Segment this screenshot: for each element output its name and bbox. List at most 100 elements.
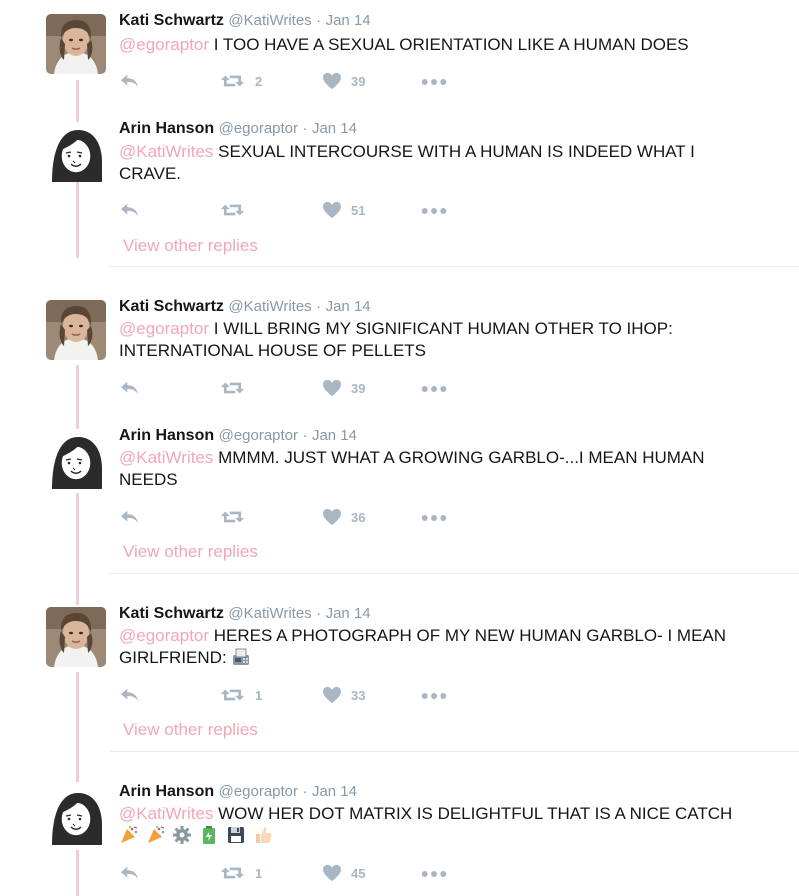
like-button[interactable]: 39 [322, 379, 365, 397]
more-button[interactable] [421, 513, 447, 523]
more-icon [421, 513, 447, 523]
party-popper-emoji [121, 826, 138, 843]
retweet-button[interactable]: 2 [219, 72, 262, 90]
tweet-header: Kati Schwartz @KatiWrites · Jan 14 [119, 605, 371, 623]
reply-button[interactable] [119, 508, 141, 526]
more-icon [421, 206, 447, 216]
tweet-text: @KatiWrites MMMM. JUST WHAT A GROWING GA… [119, 447, 759, 491]
username[interactable]: @egoraptor [219, 427, 298, 444]
reply-button[interactable] [119, 864, 141, 882]
separator: · [302, 120, 308, 137]
floppy-disk-emoji [227, 827, 244, 843]
tweet-date[interactable]: Jan 14 [326, 605, 371, 622]
avatar[interactable] [46, 607, 106, 667]
reply-button[interactable] [119, 201, 141, 219]
tweet-date[interactable]: Jan 14 [312, 120, 357, 137]
more-button[interactable] [421, 691, 447, 701]
like-button[interactable]: 33 [322, 686, 365, 704]
thread-line [76, 672, 79, 782]
retweet-icon [219, 72, 246, 90]
username[interactable]: @KatiWrites [228, 605, 311, 622]
display-name[interactable]: Arin Hanson [119, 427, 214, 444]
thread-line [76, 186, 79, 258]
retweet-button[interactable] [219, 508, 246, 526]
reply-button[interactable] [119, 72, 141, 90]
display-name[interactable]: Kati Schwartz [119, 12, 224, 29]
tweet-date[interactable]: Jan 14 [326, 12, 371, 29]
more-icon [421, 77, 447, 87]
reply-button[interactable] [119, 686, 141, 704]
heart-icon [322, 379, 342, 397]
view-other-replies-link[interactable]: View other replies [123, 236, 258, 256]
retweet-button[interactable] [219, 201, 246, 219]
tweet-actions: 51 [119, 201, 459, 221]
divider [110, 751, 799, 752]
display-name[interactable]: Kati Schwartz [119, 605, 224, 622]
view-other-replies-link[interactable]: View other replies [123, 542, 258, 562]
retweet-icon [219, 201, 246, 219]
display-name[interactable]: Arin Hanson [119, 120, 214, 137]
tweet-date[interactable]: Jan 14 [326, 298, 371, 315]
like-button[interactable]: 51 [322, 201, 365, 219]
avatar[interactable] [46, 14, 106, 74]
mention-link[interactable]: @egoraptor [119, 626, 209, 645]
like-count: 33 [351, 687, 366, 703]
like-count: 45 [351, 865, 366, 881]
tweet-text: @KatiWrites WOW HER DOT MATRIX IS DELIGH… [119, 803, 759, 847]
username[interactable]: @KatiWrites [228, 12, 311, 29]
tweet-date[interactable]: Jan 14 [312, 783, 357, 800]
reply-icon [119, 508, 141, 526]
avatar[interactable] [46, 785, 106, 845]
avatar[interactable] [46, 429, 106, 489]
tweet-header: Kati Schwartz @KatiWrites · Jan 14 [119, 12, 371, 30]
mention-link[interactable]: @KatiWrites [119, 448, 213, 467]
more-button[interactable] [421, 384, 447, 394]
more-button[interactable] [421, 869, 447, 879]
mention-link[interactable]: @egoraptor [119, 319, 209, 338]
retweet-button[interactable]: 1 [219, 686, 262, 704]
tweet-header: Arin Hanson @egoraptor · Jan 14 [119, 120, 357, 138]
divider [110, 266, 799, 267]
display-name[interactable]: Kati Schwartz [119, 298, 224, 315]
heart-icon [322, 508, 342, 526]
more-button[interactable] [421, 77, 447, 87]
tweet-actions: 1 33 [119, 686, 459, 706]
reply-icon [119, 201, 141, 219]
tweet-date[interactable]: Jan 14 [312, 427, 357, 444]
retweet-count: 1 [255, 687, 263, 703]
mention-link[interactable]: @egoraptor [119, 35, 209, 54]
thumbs-up-emoji [255, 827, 272, 843]
username[interactable]: @egoraptor [219, 120, 298, 137]
heart-icon [322, 686, 342, 704]
retweet-button[interactable]: 1 [219, 864, 262, 882]
like-button[interactable]: 39 [322, 72, 365, 90]
like-count: 36 [351, 509, 366, 525]
reply-button[interactable] [119, 379, 141, 397]
retweet-icon [219, 686, 246, 704]
heart-icon [322, 864, 342, 882]
display-name[interactable]: Arin Hanson [119, 783, 214, 800]
tweet-actions: 36 [119, 508, 459, 528]
reply-icon [119, 686, 141, 704]
like-button[interactable]: 36 [322, 508, 365, 526]
mention-link[interactable]: @KatiWrites [119, 804, 213, 823]
tweet-text: @egoraptor I WILL BRING MY SIGNIFICANT H… [119, 318, 759, 362]
mention-link[interactable]: @KatiWrites [119, 142, 213, 161]
username[interactable]: @KatiWrites [228, 298, 311, 315]
tweet-body: HERES A PHOTOGRAPH OF MY NEW HUMAN GARBL… [119, 626, 727, 667]
retweet-count: 1 [255, 865, 263, 881]
retweet-button[interactable] [219, 379, 246, 397]
tweet-body: WOW HER DOT MATRIX IS DELIGHTFUL THAT IS… [218, 804, 733, 823]
username[interactable]: @egoraptor [219, 783, 298, 800]
more-button[interactable] [421, 206, 447, 216]
more-icon [421, 384, 447, 394]
separator: · [302, 783, 308, 800]
tweet-body: I TOO HAVE A SEXUAL ORIENTATION LIKE A H… [213, 35, 689, 54]
thread-line [76, 365, 79, 435]
like-button[interactable]: 45 [322, 864, 365, 882]
avatar[interactable] [46, 122, 106, 182]
view-other-replies-link[interactable]: View other replies [123, 720, 258, 740]
avatar[interactable] [46, 300, 106, 360]
tweet-text: @egoraptor HERES A PHOTOGRAPH OF MY NEW … [119, 625, 759, 669]
party-popper-emoji [147, 826, 164, 843]
